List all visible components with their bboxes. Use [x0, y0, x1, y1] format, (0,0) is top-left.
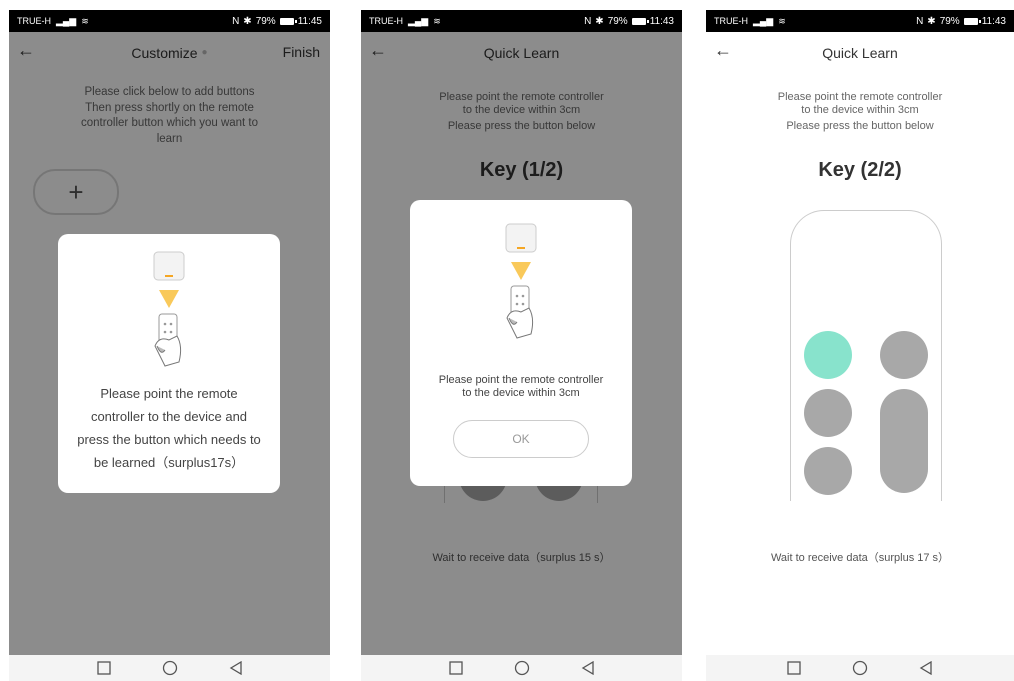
ok-button[interactable]: OK: [453, 420, 589, 458]
clock: 11:43: [649, 15, 674, 27]
battery-percent: 79%: [939, 15, 960, 27]
wifi-icon: ≋: [778, 15, 786, 26]
app-header: ← Quick Learn: [706, 32, 1014, 73]
carrier-label: TRUE-H: [17, 16, 51, 26]
content-area: Please point the remote controller to th…: [706, 73, 1014, 655]
wait-status: Wait to receive data（surplus 17 s）: [770, 552, 950, 564]
recents-square-icon[interactable]: [448, 660, 464, 676]
screen-quick-learn-1: TRUE-H ▂▄▆ ≋ N ✱ 79% 11:43 ← Quick Learn…: [361, 10, 682, 681]
remote-key-button[interactable]: [804, 389, 852, 437]
clock: 11:43: [981, 15, 1006, 27]
nfc-icon: N: [584, 15, 592, 27]
recents-square-icon[interactable]: [786, 660, 802, 676]
dialog-line: be learned（surplus17s）: [93, 455, 245, 470]
system-nav-bar: [9, 655, 330, 681]
status-bar: TRUE-H ▂▄▆ ≋ N ✱ 79% 11:43: [361, 10, 682, 32]
dialog-line: controller to the device and: [90, 409, 248, 424]
home-circle-icon[interactable]: [514, 660, 530, 676]
bluetooth-icon: ✱: [243, 15, 252, 27]
battery-percent: 79%: [255, 15, 276, 27]
signal-icon: ▂▄▆: [408, 15, 429, 26]
system-nav-bar: [361, 655, 682, 681]
battery-icon: [279, 17, 297, 25]
battery-percent: 79%: [607, 15, 628, 27]
page-title: Quick Learn: [822, 44, 898, 61]
instructions: Please point the remote controller to th…: [706, 73, 1014, 133]
bluetooth-icon: ✱: [927, 15, 936, 27]
remote-key-button-tall[interactable]: [880, 389, 928, 493]
back-triangle-icon[interactable]: [228, 660, 244, 676]
learn-dialog: Please point the remote controller to th…: [58, 234, 280, 493]
home-circle-icon[interactable]: [852, 660, 868, 676]
status-bar: TRUE-H ▂▄▆ ≋ N ✱ 79% 11:43: [706, 10, 1014, 32]
dialog-line: Please point the remote controller: [438, 374, 604, 386]
dialog-message: Please point the remote controller to th…: [66, 382, 272, 474]
battery-icon: [963, 17, 981, 25]
system-nav-bar: [706, 655, 1014, 681]
bluetooth-icon: ✱: [595, 15, 604, 27]
clock: 11:45: [297, 15, 322, 27]
wifi-icon: ≋: [433, 15, 441, 26]
battery-icon: [631, 17, 649, 25]
back-triangle-icon[interactable]: [918, 660, 934, 676]
nfc-icon: N: [232, 15, 240, 27]
remote-key-button[interactable]: [804, 447, 852, 495]
back-triangle-icon[interactable]: [580, 660, 596, 676]
wifi-icon: ≋: [81, 15, 89, 26]
remote-outline: [790, 210, 942, 501]
recents-square-icon[interactable]: [96, 660, 112, 676]
learn-dialog: Please point the remote controller to th…: [410, 200, 632, 486]
instruction-line: Please press the button below: [786, 120, 934, 132]
dialog-line: Please point the remote: [100, 386, 238, 401]
dialog-line: press the button which needs to: [77, 432, 261, 447]
dialog-message: Please point the remote controller to th…: [418, 374, 624, 400]
screen-quick-learn-2: TRUE-H ▂▄▆ ≋ N ✱ 79% 11:43 ← Quick Learn…: [706, 10, 1014, 681]
home-circle-icon[interactable]: [162, 660, 178, 676]
remote-pointing-illustration: [505, 223, 537, 339]
remote-key-button-active[interactable]: [804, 331, 852, 379]
remote-key-button[interactable]: [880, 331, 928, 379]
signal-icon: ▂▄▆: [56, 15, 77, 26]
nfc-icon: N: [916, 15, 924, 27]
carrier-label: TRUE-H: [369, 16, 403, 26]
screen-customize: TRUE-H ▂▄▆ ≋ N ✱ 79% 11:45 ← Customize ● …: [9, 10, 330, 681]
signal-icon: ▂▄▆: [753, 15, 774, 26]
back-arrow-icon[interactable]: ←: [714, 40, 732, 61]
carrier-label: TRUE-H: [714, 16, 748, 26]
remote-pointing-illustration: [153, 251, 185, 367]
key-progress-title: Key (2/2): [818, 159, 902, 181]
instruction-line: Please point the remote controller: [777, 91, 943, 103]
dialog-line: to the device within 3cm: [462, 387, 580, 399]
status-bar: TRUE-H ▂▄▆ ≋ N ✱ 79% 11:45: [9, 10, 330, 32]
instruction-line: to the device within 3cm: [801, 104, 919, 116]
